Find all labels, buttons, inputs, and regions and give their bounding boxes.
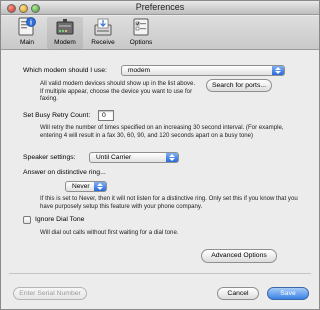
- save-button[interactable]: Save: [267, 287, 309, 300]
- modem-select-value: modem: [128, 67, 150, 74]
- toolbar-label-receive: Receive: [91, 39, 115, 46]
- modem-icon: [56, 19, 74, 35]
- window-title: Preferences: [135, 2, 185, 12]
- preferences-window: Preferences i Main Modem Receive Options…: [0, 0, 320, 310]
- footer-divider: [9, 273, 311, 274]
- toolbar: i Main Modem Receive Options: [1, 16, 319, 50]
- popup-arrows-icon: [166, 153, 178, 162]
- ignore-dial-tone-label: Ignore Dial Tone: [35, 216, 85, 223]
- toolbar-item-receive[interactable]: Receive: [85, 17, 121, 49]
- distinctive-ring-label: Answer on distinctive ring...: [23, 169, 106, 176]
- toolbar-item-main[interactable]: i Main: [9, 17, 45, 49]
- busy-retry-input[interactable]: 0: [98, 110, 114, 121]
- enter-serial-number-button[interactable]: Enter Serial Number: [13, 287, 87, 300]
- speaker-label: Speaker settings:: [23, 154, 76, 161]
- modem-select[interactable]: modem: [121, 65, 285, 76]
- busy-retry-label: Set Busy Retry Count:: [23, 112, 91, 119]
- distinctive-ring-select[interactable]: Never: [65, 181, 107, 192]
- advanced-options-button[interactable]: Advanced Options: [201, 249, 277, 263]
- modem-help-text: All valid modem devices should show up i…: [40, 80, 196, 103]
- speaker-select[interactable]: Until Carrier: [89, 152, 179, 163]
- receive-icon: [94, 18, 112, 36]
- toolbar-item-options[interactable]: Options: [123, 17, 159, 49]
- ignore-dial-tone-help-text: Will dial out calls without first waitin…: [40, 229, 179, 236]
- title-bar: Preferences: [1, 1, 319, 15]
- cancel-button[interactable]: Cancel: [217, 287, 259, 300]
- toolbar-label-options: Options: [129, 39, 153, 46]
- svg-text:i: i: [30, 19, 32, 27]
- popup-arrows-icon: [94, 182, 106, 191]
- distinctive-ring-help-text: If this is set to Never, then it will no…: [40, 195, 298, 210]
- toolbar-item-modem[interactable]: Modem: [47, 17, 83, 49]
- main-icon: i: [18, 17, 36, 36]
- busy-retry-help-text: Will retry the number of times specified…: [40, 124, 284, 139]
- options-icon: [133, 18, 149, 36]
- toolbar-label-modem: Modem: [54, 39, 76, 46]
- distinctive-ring-value: Never: [72, 183, 90, 190]
- modem-label: Which modem should I use:: [23, 67, 107, 74]
- popup-arrows-icon: [272, 66, 284, 75]
- toolbar-label-main: Main: [19, 39, 35, 46]
- speaker-select-value: Until Carrier: [96, 154, 132, 161]
- ignore-dial-tone-checkbox[interactable]: [23, 216, 31, 224]
- search-ports-button[interactable]: Search for ports...: [206, 79, 272, 92]
